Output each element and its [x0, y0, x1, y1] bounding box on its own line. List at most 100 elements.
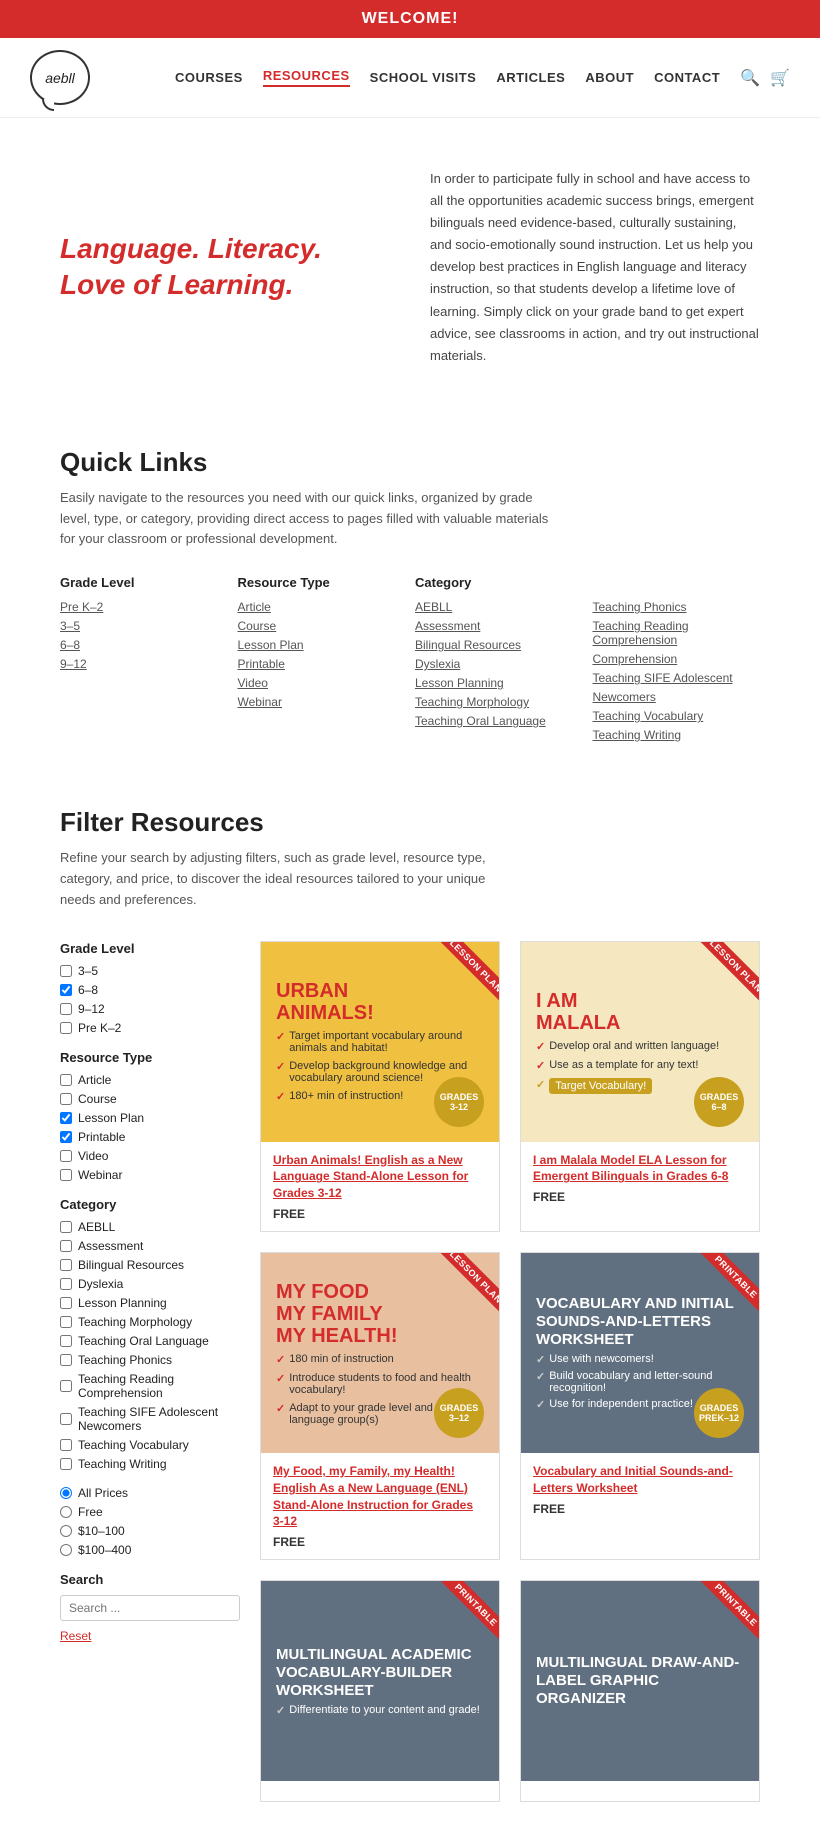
aebll-link[interactable]: AEBLL	[415, 600, 583, 614]
search-input[interactable]	[60, 1595, 240, 1621]
reset-link[interactable]: Reset	[60, 1629, 91, 1643]
cat-aebll-checkbox[interactable]	[60, 1221, 72, 1233]
cat-bilingual-checkbox[interactable]	[60, 1259, 72, 1271]
lesson-plan-link[interactable]: Lesson Plan	[238, 638, 406, 652]
lesson-planning-link[interactable]: Lesson Planning	[415, 676, 583, 690]
malala-card-link[interactable]: I am Malala Model ELA Lesson for Emergen…	[533, 1152, 747, 1186]
filter-cat-morphology[interactable]: Teaching Morphology	[60, 1315, 240, 1329]
quick-links-grid: Grade Level Pre K–2 3–5 6–8 9–12 Resourc…	[60, 575, 760, 747]
card-vocab-worksheet: VOCABULARY AND INITIAL SOUNDS-AND-LETTER…	[520, 1252, 760, 1560]
newcomers-link[interactable]: Newcomers	[593, 690, 761, 704]
filter-price-10-100[interactable]: $10–100	[60, 1524, 240, 1538]
search-icon[interactable]: 🔍	[740, 68, 760, 88]
nav-about[interactable]: ABOUT	[585, 70, 634, 85]
filter-printable[interactable]: Printable	[60, 1130, 240, 1144]
filter-cat-vocab[interactable]: Teaching Vocabulary	[60, 1438, 240, 1452]
malala-ribbon: LESSON PLAN	[699, 942, 759, 1003]
teaching-vocab-link[interactable]: Teaching Vocabulary	[593, 709, 761, 723]
cart-icon[interactable]: 🛒	[770, 68, 790, 88]
food-card-link[interactable]: My Food, my Family, my Health! English A…	[273, 1463, 487, 1530]
filter-price-100-400[interactable]: $100–400	[60, 1543, 240, 1557]
cat-vocab-checkbox[interactable]	[60, 1439, 72, 1451]
filter-cat-phonics[interactable]: Teaching Phonics	[60, 1353, 240, 1367]
bilingual-link[interactable]: Bilingual Resources	[415, 638, 583, 652]
vocab-card-link[interactable]: Vocabulary and Initial Sounds-and-Letter…	[533, 1463, 747, 1497]
filter-price-free[interactable]: Free	[60, 1505, 240, 1519]
grade-35-link[interactable]: 3–5	[60, 619, 228, 633]
nav-courses[interactable]: COURSES	[175, 70, 243, 85]
urban-grade-badge: Grades3-12	[434, 1077, 484, 1127]
card-multilingual-draw: MULTILINGUAL DRAW-AND-LABEL GRAPHIC ORGA…	[520, 1580, 760, 1802]
article-link[interactable]: Article	[238, 600, 406, 614]
nav-articles[interactable]: ARTICLES	[496, 70, 565, 85]
lesson-plan-checkbox[interactable]	[60, 1112, 72, 1124]
course-checkbox[interactable]	[60, 1093, 72, 1105]
filter-video[interactable]: Video	[60, 1149, 240, 1163]
printable-checkbox[interactable]	[60, 1131, 72, 1143]
filter-cat-bilingual[interactable]: Bilingual Resources	[60, 1258, 240, 1272]
article-checkbox[interactable]	[60, 1074, 72, 1086]
grade-prek2-link[interactable]: Pre K–2	[60, 600, 228, 614]
video-link[interactable]: Video	[238, 676, 406, 690]
comprehension-link[interactable]: Comprehension	[593, 652, 761, 666]
filter-lesson-plan[interactable]: Lesson Plan	[60, 1111, 240, 1125]
filter-grade-912[interactable]: 9–12	[60, 1002, 240, 1016]
cat-morphology-checkbox[interactable]	[60, 1316, 72, 1328]
filter-cat-aebll[interactable]: AEBLL	[60, 1220, 240, 1234]
course-link[interactable]: Course	[238, 619, 406, 633]
cat-sife-checkbox[interactable]	[60, 1413, 72, 1425]
price-100-400-radio[interactable]	[60, 1544, 72, 1556]
filter-course[interactable]: Course	[60, 1092, 240, 1106]
grade-level-col: Grade Level Pre K–2 3–5 6–8 9–12	[60, 575, 228, 747]
filter-grade-prek2[interactable]: Pre K–2	[60, 1021, 240, 1035]
grade-68-link[interactable]: 6–8	[60, 638, 228, 652]
urban-card-link[interactable]: Urban Animals! English as a New Language…	[273, 1152, 487, 1202]
filter-grade-35[interactable]: 3–5	[60, 964, 240, 978]
filter-webinar[interactable]: Webinar	[60, 1168, 240, 1182]
filter-cat-assessment[interactable]: Assessment	[60, 1239, 240, 1253]
cat-reading-checkbox[interactable]	[60, 1380, 72, 1392]
filter-grade-68[interactable]: 6–8	[60, 983, 240, 997]
logo[interactable]: aebll	[30, 50, 90, 105]
cat-oral-checkbox[interactable]	[60, 1335, 72, 1347]
price-10-100-radio[interactable]	[60, 1525, 72, 1537]
malala-grade-badge: GRADES6–8	[694, 1077, 744, 1127]
nav-resources[interactable]: RESOURCES	[263, 68, 350, 87]
grade-prek2-checkbox[interactable]	[60, 1022, 72, 1034]
printable-link[interactable]: Printable	[238, 657, 406, 671]
filter-cat-writing[interactable]: Teaching Writing	[60, 1457, 240, 1471]
teaching-oral-link[interactable]: Teaching Oral Language	[415, 714, 583, 728]
teaching-sife-link[interactable]: Teaching SIFE Adolescent	[593, 671, 761, 685]
category-header: Category	[415, 575, 583, 590]
dyslexia-link[interactable]: Dyslexia	[415, 657, 583, 671]
video-checkbox[interactable]	[60, 1150, 72, 1162]
grade-912-checkbox[interactable]	[60, 1003, 72, 1015]
filter-cat-lesson-planning[interactable]: Lesson Planning	[60, 1296, 240, 1310]
grade-912-link[interactable]: 9–12	[60, 657, 228, 671]
assessment-link[interactable]: Assessment	[415, 619, 583, 633]
filter-price-all[interactable]: All Prices	[60, 1486, 240, 1500]
filter-cat-oral[interactable]: Teaching Oral Language	[60, 1334, 240, 1348]
grade-35-checkbox[interactable]	[60, 965, 72, 977]
nav-school-visits[interactable]: SCHOOL VISITS	[370, 70, 477, 85]
filter-cat-reading[interactable]: Teaching Reading Comprehension	[60, 1372, 240, 1400]
webinar-link[interactable]: Webinar	[238, 695, 406, 709]
cat-lesson-planning-checkbox[interactable]	[60, 1297, 72, 1309]
teaching-phonics-link[interactable]: Teaching Phonics	[593, 600, 761, 614]
teaching-writing-link[interactable]: Teaching Writing	[593, 728, 761, 742]
teaching-reading-link[interactable]: Teaching Reading Comprehension	[593, 619, 761, 647]
filter-article[interactable]: Article	[60, 1073, 240, 1087]
filter-cat-sife[interactable]: Teaching SIFE Adolescent Newcomers	[60, 1405, 240, 1433]
teaching-morphology-link[interactable]: Teaching Morphology	[415, 695, 583, 709]
nav-contact[interactable]: CONTACT	[654, 70, 720, 85]
filter-cat-dyslexia[interactable]: Dyslexia	[60, 1277, 240, 1291]
price-free-radio[interactable]	[60, 1506, 72, 1518]
header: aebll COURSES RESOURCES SCHOOL VISITS AR…	[0, 38, 820, 118]
cat-assessment-checkbox[interactable]	[60, 1240, 72, 1252]
cat-dyslexia-checkbox[interactable]	[60, 1278, 72, 1290]
cat-writing-checkbox[interactable]	[60, 1458, 72, 1470]
cat-phonics-checkbox[interactable]	[60, 1354, 72, 1366]
grade-68-checkbox[interactable]	[60, 984, 72, 996]
webinar-checkbox[interactable]	[60, 1169, 72, 1181]
price-all-radio[interactable]	[60, 1487, 72, 1499]
